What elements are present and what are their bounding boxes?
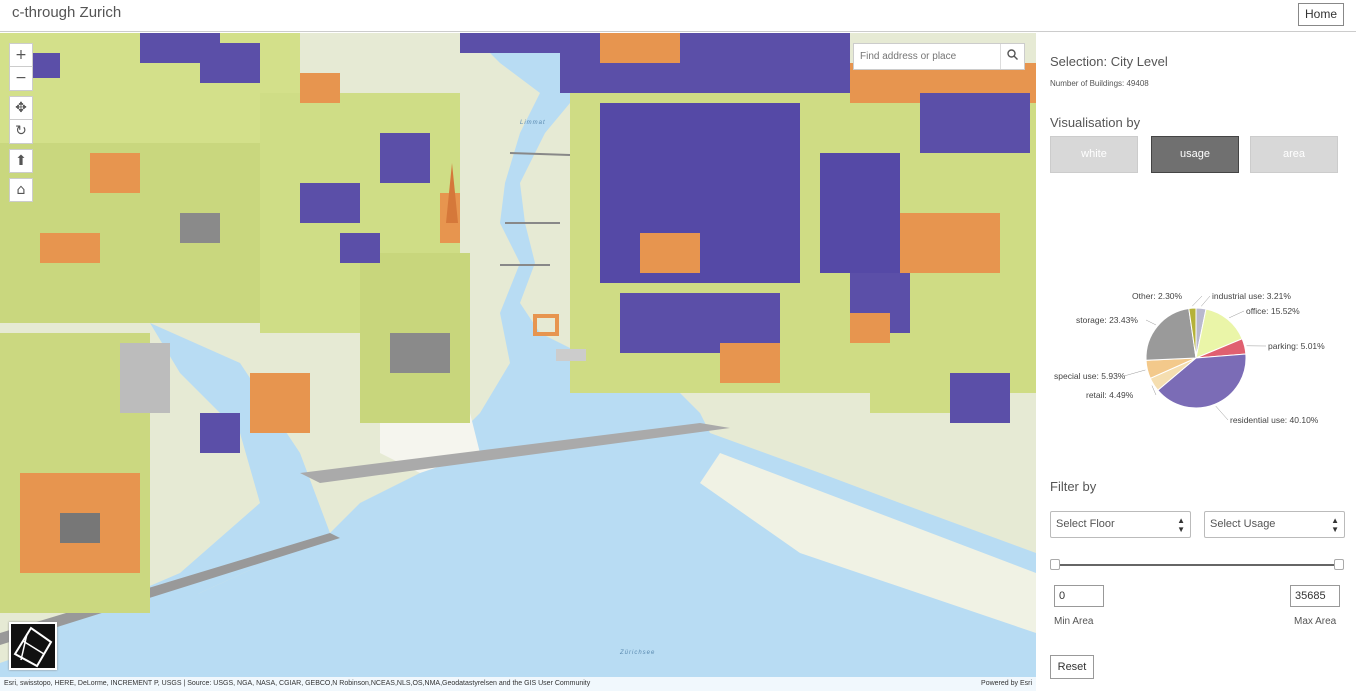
powered-by-link[interactable]: Powered by Esri xyxy=(981,677,1032,691)
pie-slice-label: parking: 5.01% xyxy=(1268,341,1325,351)
dropdown-arrows-icon: ▲ ▼ xyxy=(1177,516,1185,534)
side-panel: Selection: City Level Number of Building… xyxy=(1036,33,1356,691)
area-slider-max-handle[interactable] xyxy=(1334,559,1344,570)
map-attribution: Esri, swisstopo, HERE, DeLorme, INCREMEN… xyxy=(0,677,1036,691)
visualisation-title: Visualisation by xyxy=(1050,115,1141,130)
pie-slice-label: retail: 4.49% xyxy=(1086,390,1134,400)
min-area-label: Min Area xyxy=(1054,616,1094,627)
pie-slice[interactable] xyxy=(1145,307,1197,361)
compass-icon[interactable]: ⬆ xyxy=(9,149,33,173)
vis-area-button[interactable]: area xyxy=(1250,136,1338,173)
zoom-in-button[interactable]: + xyxy=(9,43,33,67)
lake-label: Zürichsee xyxy=(620,650,656,656)
rotate-icon[interactable]: ↻ xyxy=(9,120,33,144)
min-area-input[interactable]: 0 xyxy=(1054,585,1104,607)
search-icon[interactable] xyxy=(1000,44,1024,69)
home-button[interactable]: Home xyxy=(1297,3,1344,26)
select-usage-value: Select Usage xyxy=(1210,518,1276,530)
reset-button[interactable]: Reset xyxy=(1050,655,1094,679)
app-title: c-through Zurich xyxy=(12,4,122,21)
pie-slice-label: industrial use: 3.21% xyxy=(1212,291,1291,301)
buildings-count: Number of Buildings: 49408 xyxy=(1050,79,1149,88)
home-view-icon[interactable]: ⌂ xyxy=(9,178,33,202)
filter-title: Filter by xyxy=(1050,479,1097,494)
pie-slice-label: office: 15.52% xyxy=(1246,306,1300,316)
area-slider-min-handle[interactable] xyxy=(1050,559,1060,570)
pie-slice-label: storage: 23.43% xyxy=(1076,315,1138,325)
pie-leader-line xyxy=(1201,295,1211,307)
vis-usage-button[interactable]: usage xyxy=(1151,136,1239,173)
select-floor-value: Select Floor xyxy=(1056,518,1115,530)
vis-white-button[interactable]: white xyxy=(1050,136,1138,173)
usage-pie-chart: industrial use: 3.21% office: 15.52% parki… xyxy=(1036,283,1356,443)
map-view[interactable]: Limmat Zürichsee + − ✥ ↻ ⬆ ⌂ Es xyxy=(0,33,1036,691)
dropdown-arrows-icon: ▲ ▼ xyxy=(1331,516,1339,534)
search-input[interactable] xyxy=(854,44,1002,69)
overview-map-thumbnail[interactable] xyxy=(9,622,57,670)
pie-leader-line xyxy=(1228,310,1245,319)
city-3d-scene[interactable] xyxy=(0,33,1036,691)
pan-icon[interactable]: ✥ xyxy=(9,96,33,120)
pie-chart-svg: industrial use: 3.21% office: 15.52% parki… xyxy=(1054,291,1325,425)
pie-slice-label: residential use: 40.10% xyxy=(1230,415,1319,425)
river-label: Limmat xyxy=(520,120,546,126)
select-floor-dropdown[interactable]: Select Floor ▲ ▼ xyxy=(1050,511,1191,538)
pie-leader-line xyxy=(1215,405,1229,421)
pie-leader-line xyxy=(1123,369,1146,377)
search-widget xyxy=(853,43,1025,70)
zoom-out-button[interactable]: − xyxy=(9,67,33,91)
max-area-label: Max Area xyxy=(1294,616,1337,627)
pie-leader-line xyxy=(1145,319,1157,326)
select-usage-dropdown[interactable]: Select Usage ▲ ▼ xyxy=(1204,511,1345,538)
pie-leader-line xyxy=(1192,295,1203,307)
area-slider-track[interactable] xyxy=(1056,564,1339,566)
max-area-input[interactable]: 35685 xyxy=(1290,585,1340,607)
map-controls: + − ✥ ↻ ⬆ ⌂ xyxy=(9,43,33,207)
pie-slice-label: special use: 5.93% xyxy=(1054,371,1126,381)
attribution-text: Esri, swisstopo, HERE, DeLorme, INCREMEN… xyxy=(4,680,591,687)
app-header: c-through Zurich Home xyxy=(0,0,1356,32)
selection-title: Selection: City Level xyxy=(1050,54,1168,69)
pie-slice-label: Other: 2.30% xyxy=(1132,291,1183,301)
